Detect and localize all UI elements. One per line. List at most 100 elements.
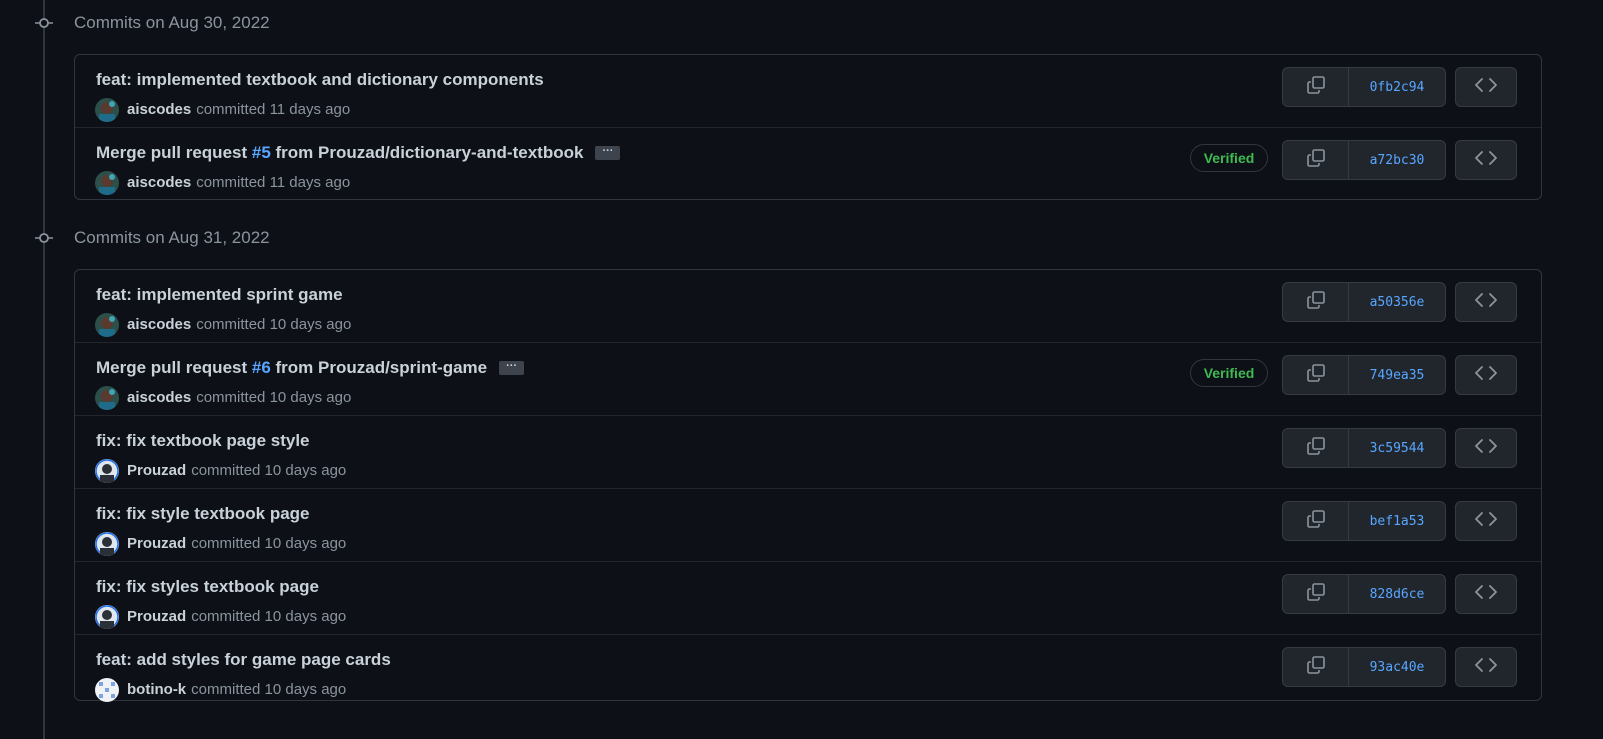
commit-group: Commits on Aug 30, 2022 feat: implemente… xyxy=(0,0,1603,200)
commit-row: feat: add styles for game page cards bot… xyxy=(75,634,1541,707)
expand-message-button[interactable]: ··· xyxy=(595,146,621,160)
verified-badge[interactable]: Verified xyxy=(1190,359,1268,387)
sha-button-group: a50356e xyxy=(1282,282,1446,322)
commit-message[interactable]: fix: fix textbook page style xyxy=(96,430,310,452)
avatar[interactable] xyxy=(95,605,119,629)
commit-author[interactable]: aiscodes xyxy=(127,315,191,335)
avatar[interactable] xyxy=(95,171,119,195)
commit-message[interactable]: feat: implemented textbook and dictionar… xyxy=(96,69,544,91)
sha-button-group: 93ac40e xyxy=(1282,647,1446,687)
code-icon xyxy=(1475,150,1497,171)
commit-author[interactable]: Prouzad xyxy=(127,534,186,554)
code-icon xyxy=(1475,77,1497,98)
browse-repo-button[interactable] xyxy=(1455,501,1517,541)
commit-sha-link[interactable]: bef1a53 xyxy=(1349,502,1445,540)
sha-button-group: 828d6ce xyxy=(1282,574,1446,614)
copy-icon xyxy=(1306,148,1326,173)
code-icon xyxy=(1475,365,1497,386)
commit-row: feat: implemented sprint game aiscodes c… xyxy=(75,270,1541,342)
commit-message[interactable]: fix: fix style textbook page xyxy=(96,503,310,525)
browse-repo-button[interactable] xyxy=(1455,140,1517,180)
commit-group: Commits on Aug 31, 2022 feat: implemente… xyxy=(0,215,1603,702)
commit-sha-link[interactable]: 749ea35 xyxy=(1349,356,1445,394)
pull-request-link[interactable]: #6 xyxy=(252,357,271,379)
browse-repo-button[interactable] xyxy=(1455,428,1517,468)
avatar[interactable] xyxy=(95,459,119,483)
commit-sha-link[interactable]: a50356e xyxy=(1349,283,1445,321)
commit-time: committed 11 days ago xyxy=(196,101,351,118)
sha-button-group: 3c59544 xyxy=(1282,428,1446,468)
avatar[interactable] xyxy=(95,313,119,337)
commit-sha-link[interactable]: 828d6ce xyxy=(1349,575,1445,613)
commit-message[interactable]: fix: fix styles textbook page xyxy=(96,576,319,598)
commit-row: Merge pull request #5 from Prouzad/dicti… xyxy=(75,127,1541,200)
avatar[interactable] xyxy=(95,386,119,410)
copy-sha-button[interactable] xyxy=(1283,141,1349,179)
sha-button-group: 0fb2c94 xyxy=(1282,67,1446,107)
sha-button-group: bef1a53 xyxy=(1282,501,1446,541)
commit-list: feat: implemented textbook and dictionar… xyxy=(74,54,1542,200)
copy-icon xyxy=(1306,363,1326,388)
commit-time: committed 10 days ago xyxy=(196,389,352,406)
commit-group-title: Commits on Aug 30, 2022 xyxy=(74,13,270,32)
commit-group-header: Commits on Aug 30, 2022 xyxy=(0,0,1603,46)
commit-row: feat: implemented textbook and dictionar… xyxy=(75,55,1541,127)
browse-repo-button[interactable] xyxy=(1455,574,1517,614)
commit-time: committed 11 days ago xyxy=(196,174,351,191)
copy-sha-button[interactable] xyxy=(1283,502,1349,540)
code-icon xyxy=(1475,584,1497,605)
commit-author[interactable]: aiscodes xyxy=(127,173,191,193)
browse-repo-button[interactable] xyxy=(1455,647,1517,687)
commit-author[interactable]: aiscodes xyxy=(127,100,191,120)
commit-message[interactable]: feat: implemented sprint game xyxy=(96,284,343,306)
git-commit-icon xyxy=(35,14,53,32)
code-icon xyxy=(1475,292,1497,313)
copy-icon xyxy=(1306,582,1326,607)
timeline-line xyxy=(43,0,45,739)
copy-sha-button[interactable] xyxy=(1283,648,1349,686)
commit-meta: Prouzad committed 10 days ago xyxy=(95,459,346,483)
commit-message[interactable]: Merge pull request #5 from Prouzad/dicti… xyxy=(96,142,621,164)
commit-row: fix: fix style textbook page Prouzad com… xyxy=(75,488,1541,561)
browse-repo-button[interactable] xyxy=(1455,282,1517,322)
commit-sha-link[interactable]: 93ac40e xyxy=(1349,648,1445,686)
sha-button-group: a72bc30 xyxy=(1282,140,1446,180)
commit-meta: aiscodes committed 11 days ago xyxy=(95,171,350,195)
avatar[interactable] xyxy=(95,532,119,556)
code-icon xyxy=(1475,511,1497,532)
commit-sha-link[interactable]: 3c59544 xyxy=(1349,429,1445,467)
commit-sha-link[interactable]: a72bc30 xyxy=(1349,141,1445,179)
commit-author[interactable]: Prouzad xyxy=(127,607,186,627)
code-icon xyxy=(1475,438,1497,459)
pull-request-link[interactable]: #5 xyxy=(252,142,271,164)
commit-sha-link[interactable]: 0fb2c94 xyxy=(1349,68,1445,106)
copy-sha-button[interactable] xyxy=(1283,429,1349,467)
commit-row: fix: fix styles textbook page Prouzad co… xyxy=(75,561,1541,634)
commit-message[interactable]: feat: add styles for game page cards xyxy=(96,649,391,671)
browse-repo-button[interactable] xyxy=(1455,67,1517,107)
commit-meta: aiscodes committed 10 days ago xyxy=(95,313,351,337)
expand-message-button[interactable]: ··· xyxy=(499,361,525,375)
commit-time: committed 10 days ago xyxy=(191,608,347,625)
commit-group-title: Commits on Aug 31, 2022 xyxy=(74,228,270,247)
commit-author[interactable]: Prouzad xyxy=(127,461,186,481)
avatar[interactable] xyxy=(95,98,119,122)
commit-author[interactable]: botino-k xyxy=(127,680,186,700)
commit-message[interactable]: Merge pull request #6 from Prouzad/sprin… xyxy=(96,357,525,379)
avatar[interactable] xyxy=(95,678,119,702)
verified-badge[interactable]: Verified xyxy=(1190,144,1268,172)
code-icon xyxy=(1475,657,1497,678)
copy-sha-button[interactable] xyxy=(1283,356,1349,394)
commit-author[interactable]: aiscodes xyxy=(127,388,191,408)
copy-icon xyxy=(1306,290,1326,315)
commit-time: committed 10 days ago xyxy=(196,316,352,333)
copy-sha-button[interactable] xyxy=(1283,283,1349,321)
copy-sha-button[interactable] xyxy=(1283,68,1349,106)
commit-meta: Prouzad committed 10 days ago xyxy=(95,605,346,629)
commit-group-header: Commits on Aug 31, 2022 xyxy=(0,215,1603,261)
browse-repo-button[interactable] xyxy=(1455,355,1517,395)
copy-sha-button[interactable] xyxy=(1283,575,1349,613)
commit-time: committed 10 days ago xyxy=(191,535,347,552)
commit-row: fix: fix textbook page style Prouzad com… xyxy=(75,415,1541,488)
sha-button-group: 749ea35 xyxy=(1282,355,1446,395)
